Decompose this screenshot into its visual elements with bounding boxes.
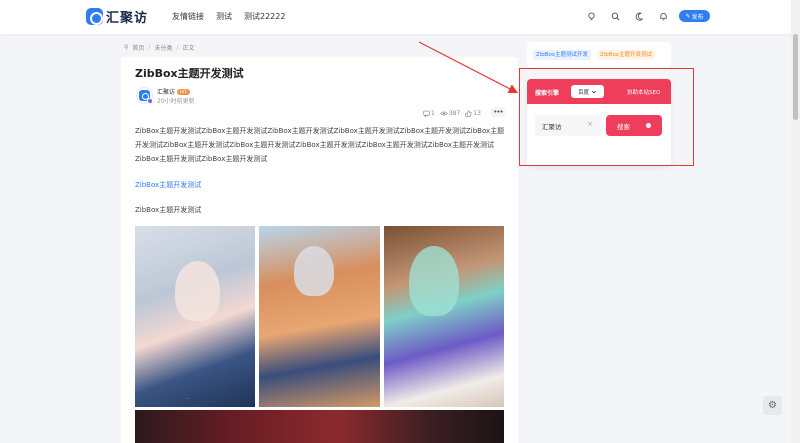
search-icon[interactable]	[609, 10, 621, 22]
view-count: 387	[440, 110, 460, 117]
breadcrumb-category[interactable]: 未分类	[154, 43, 172, 52]
verified-badge-icon	[147, 98, 153, 104]
moon-icon[interactable]	[633, 10, 645, 22]
tag-item[interactable]: ZibBox主题开发测试	[597, 50, 656, 60]
nav-item-friend-links[interactable]: 友情链接	[172, 11, 204, 22]
scrollbar-thumb[interactable]	[793, 34, 798, 120]
breadcrumb-home[interactable]: 首页	[132, 43, 144, 52]
post-image-4[interactable]	[135, 410, 504, 443]
post-paragraph: ZibBox主题开发测试	[135, 206, 202, 214]
post-content-link[interactable]: ZibBox主题开发测试	[135, 180, 201, 190]
settings-gear-icon[interactable]: ⚙	[763, 396, 782, 415]
comment-count-value: 1	[431, 110, 435, 117]
bell-icon[interactable]	[657, 10, 669, 22]
post-body-text: ZibBox主题开发测试ZibBox主题开发测试ZibBox主题开发测试ZibB…	[135, 127, 505, 163]
location-pin-icon: ⚲	[124, 44, 129, 51]
like-count-value: 13	[473, 110, 481, 117]
annotation-highlight-box	[519, 68, 694, 166]
more-options-icon[interactable]: •••	[491, 107, 505, 117]
tag-item[interactable]: ZibBox主题测试开发	[533, 50, 592, 60]
image-figure	[294, 246, 334, 296]
view-count-value: 387	[448, 110, 461, 117]
image-figure	[409, 246, 459, 316]
post-image-2[interactable]	[259, 226, 380, 407]
author-avatar[interactable]	[136, 87, 153, 104]
post-stats: 1 387 13	[423, 110, 481, 117]
logo-icon	[86, 8, 103, 25]
image-figure	[175, 261, 220, 321]
comment-icon	[423, 110, 430, 117]
eye-icon	[440, 111, 448, 116]
author-level-badge: LV1	[177, 88, 191, 95]
publish-label: 发布	[691, 13, 704, 21]
main-nav: 友情链接 测试 测试22222	[172, 11, 285, 22]
like-count[interactable]: 13	[465, 110, 481, 117]
nav-item-test22222[interactable]: 测试22222	[244, 11, 285, 22]
comment-count[interactable]: 1	[423, 110, 435, 117]
breadcrumb-separator: /	[148, 44, 151, 51]
pencil-icon: ✎	[685, 12, 691, 20]
logo-text: 汇聚访	[106, 11, 149, 26]
breadcrumb-separator: /	[176, 44, 179, 51]
lightbulb-icon[interactable]	[585, 10, 597, 22]
header-icons	[585, 10, 681, 22]
post-title: ZibBox主题开发测试	[135, 67, 244, 80]
publish-button[interactable]: ✎ 发布	[679, 10, 710, 22]
author-name[interactable]: 汇聚访	[157, 87, 175, 96]
breadcrumb-current: 正文	[182, 45, 195, 52]
image-watermark: ⋯	[185, 396, 189, 401]
breadcrumb: ⚲ 首页 / 未分类 / 正文	[124, 43, 195, 52]
thumbs-up-icon	[465, 110, 472, 117]
post-image-1[interactable]: ⋯	[135, 226, 255, 407]
site-logo[interactable]: 汇聚访	[86, 7, 148, 26]
nav-item-test[interactable]: 测试	[216, 11, 232, 22]
post-time: 20小时前更新	[157, 98, 195, 105]
author-info: 汇聚访 LV1	[157, 87, 191, 96]
post-image-3[interactable]	[384, 226, 504, 407]
